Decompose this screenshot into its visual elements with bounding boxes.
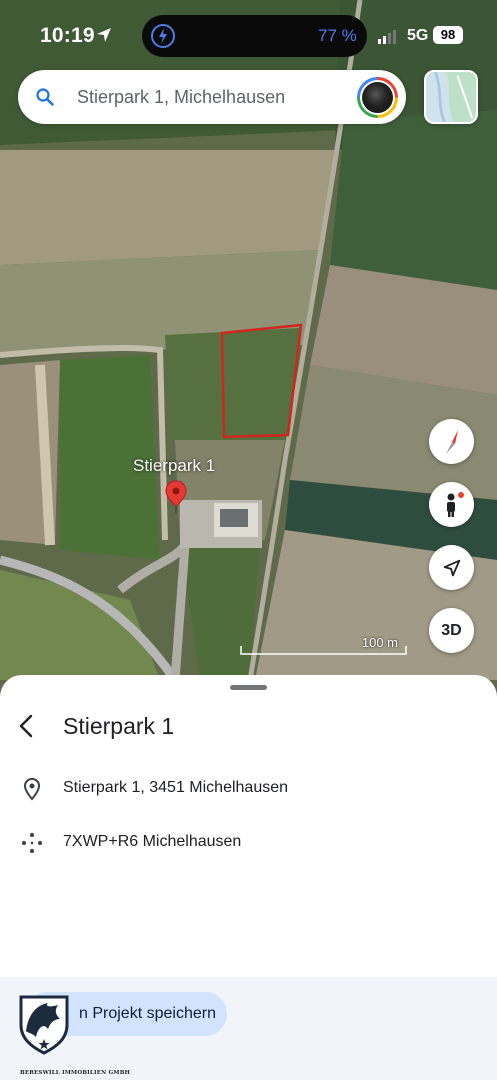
avatar-image: [362, 82, 393, 113]
map-scale: 100 m: [240, 632, 408, 658]
maps-activity-icon: [151, 24, 175, 48]
account-avatar[interactable]: [357, 77, 398, 118]
compass-icon: [445, 429, 458, 454]
location-arrow-icon: [97, 28, 111, 42]
save-button-label: n Projekt speichern: [79, 1005, 216, 1022]
place-title: Stierpark 1: [63, 713, 175, 739]
search-bar[interactable]: Stierpark 1, Michelhausen: [18, 70, 406, 124]
address-text: Stierpark 1, 3451 Michelhausen: [63, 779, 289, 796]
sheet-drag-handle[interactable]: [230, 685, 267, 690]
status-bar: 10:19 77 % 5G 98: [0, 0, 497, 70]
search-query[interactable]: Stierpark 1, Michelhausen: [77, 87, 285, 108]
location-pin-icon: [23, 777, 41, 801]
plus-code-text: 7XWP+R6 Michelhausen: [63, 833, 242, 850]
back-arrow-icon[interactable]: [12, 711, 42, 741]
signal-strength-icon: [378, 30, 396, 44]
layers-thumbnail-icon: [426, 72, 476, 122]
bottom-action-bar: n Projekt speichern BERESWILL IMMOBILIEN…: [0, 977, 497, 1080]
3d-button-label: 3D: [441, 621, 462, 639]
logo-caption: BERESWILL IMMOBILIEN GMBH: [20, 1070, 130, 1076]
street-view-button[interactable]: [429, 482, 474, 527]
place-bottom-sheet[interactable]: Stierpark 1 Stierpark 1, 3451 Michelhaus…: [0, 675, 497, 1080]
network-type: 5G: [407, 27, 429, 44]
address-row[interactable]: Stierpark 1, 3451 Michelhausen: [0, 769, 497, 809]
navigation-arrow-icon: [443, 559, 460, 576]
satellite-map[interactable]: 10:19 77 % 5G 98 Stierpark 1, Michelhaus…: [0, 0, 497, 700]
company-logo: [19, 995, 69, 1055]
pegman-icon: [446, 491, 464, 517]
avatar-frame: [360, 80, 395, 115]
search-icon: [36, 88, 54, 106]
plus-code-row[interactable]: 7XWP+R6 Michelhausen: [0, 823, 497, 863]
battery-percentage: 77 %: [318, 26, 357, 45]
map-layers-button[interactable]: [424, 70, 478, 124]
3d-button[interactable]: 3D: [429, 608, 474, 653]
pin-label[interactable]: Stierpark 1: [133, 456, 215, 476]
battery-icon: 98: [433, 26, 463, 44]
compass-button[interactable]: [429, 419, 474, 464]
scale-label: 100 m: [361, 635, 398, 650]
my-location-button[interactable]: [429, 545, 474, 590]
plus-code-icon: [22, 833, 42, 853]
status-time: 10:19: [40, 24, 95, 47]
map-pin-icon[interactable]: [165, 480, 187, 514]
